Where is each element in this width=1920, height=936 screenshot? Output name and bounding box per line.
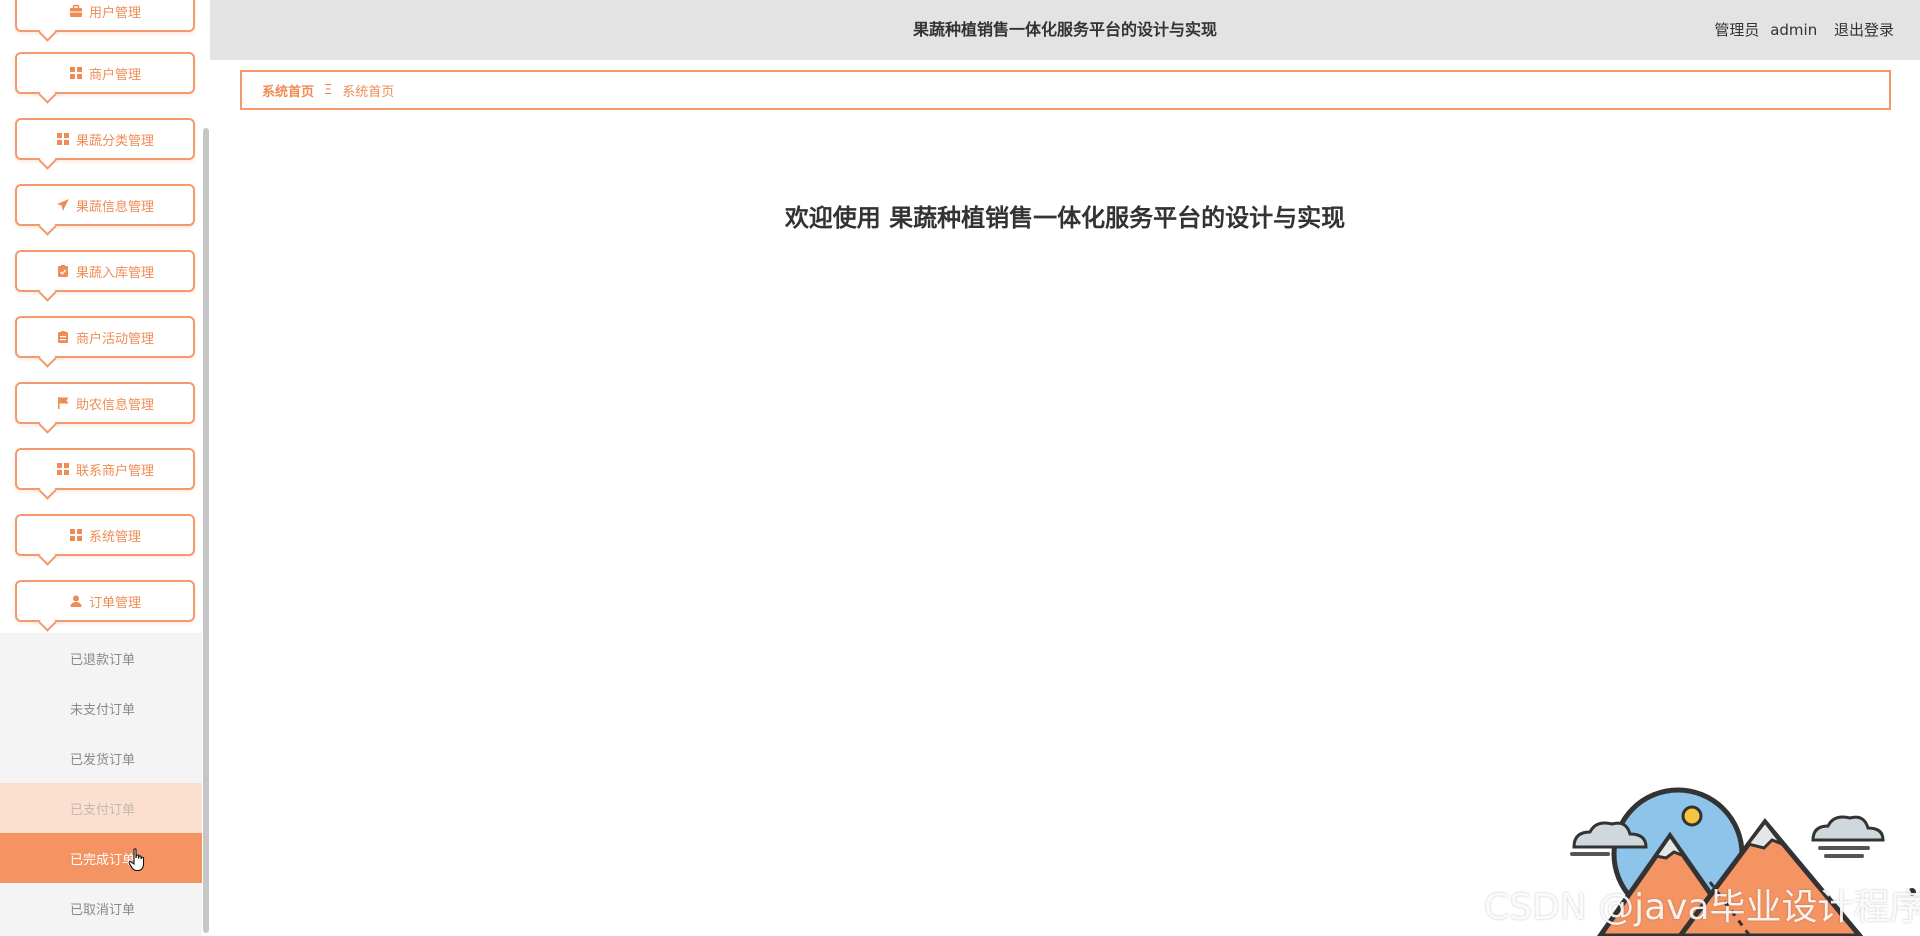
sidebar-item-contact-merchant-management[interactable]: 联系商户管理 bbox=[15, 448, 195, 490]
sidebar-item-label: 系统管理 bbox=[88, 529, 141, 545]
submenu-item-paid-orders[interactable]: 已支付订单 bbox=[0, 783, 210, 833]
briefcase-icon bbox=[69, 4, 83, 18]
submenu-item-completed-orders[interactable]: 已完成订单 bbox=[0, 833, 210, 883]
grid-icon bbox=[56, 132, 70, 146]
submenu-item-shipped-orders[interactable]: 已发货订单 bbox=[0, 733, 210, 783]
sidebar-item-label: 果蔬信息管理 bbox=[75, 199, 154, 215]
sidebar-item-label: 果蔬入库管理 bbox=[75, 265, 154, 281]
sidebar-item-user-management[interactable]: 用户管理 bbox=[15, 0, 195, 32]
sidebar-item-label: 用户管理 bbox=[88, 5, 141, 21]
breadcrumb-current: 系统首页 bbox=[342, 84, 395, 100]
grid-icon bbox=[69, 66, 83, 80]
sidebar-item-label: 助农信息管理 bbox=[75, 397, 154, 413]
user-info: 管理员 admin 退出登录 bbox=[1708, 0, 1894, 60]
sidebar-item-order-management[interactable]: 订单管理 bbox=[15, 580, 195, 622]
user-icon bbox=[69, 594, 83, 608]
sidebar-item-category-management[interactable]: 果蔬分类管理 bbox=[15, 118, 195, 160]
sidebar-item-agri-info-management[interactable]: 助农信息管理 bbox=[15, 382, 195, 424]
username: admin bbox=[1770, 21, 1818, 39]
submenu-item-cancelled-orders[interactable]: 已取消订单 bbox=[0, 883, 210, 933]
sidebar: 用户管理 商户管理 果蔬分类管理 果蔬信息管理 果蔬入库管理 商户活动管理 助农… bbox=[0, 0, 210, 936]
hand-cursor-icon bbox=[128, 848, 145, 872]
breadcrumb-separator: Ξ bbox=[324, 82, 333, 98]
sidebar-item-label: 商户管理 bbox=[88, 67, 141, 83]
sidebar-item-stock-in-management[interactable]: 果蔬入库管理 bbox=[15, 250, 195, 292]
user-role: 管理员 bbox=[1714, 21, 1760, 39]
sidebar-item-label: 联系商户管理 bbox=[75, 463, 154, 479]
grid-icon bbox=[56, 462, 70, 476]
top-header: 果蔬种植销售一体化服务平台的设计与实现 管理员 admin 退出登录 bbox=[210, 0, 1920, 60]
submenu-item-refunded-orders[interactable]: 已退款订单 bbox=[0, 633, 210, 683]
sidebar-item-system-management[interactable]: 系统管理 bbox=[15, 514, 195, 556]
sidebar-item-produce-info-management[interactable]: 果蔬信息管理 bbox=[15, 184, 195, 226]
sidebar-item-label: 订单管理 bbox=[88, 595, 141, 611]
clipboard-check-icon bbox=[56, 264, 70, 278]
breadcrumb-home-link[interactable]: 系统首页 bbox=[262, 81, 314, 100]
sidebar-item-merchant-management[interactable]: 商户管理 bbox=[15, 52, 195, 94]
grid-icon bbox=[69, 528, 83, 542]
app-title: 果蔬种植销售一体化服务平台的设计与实现 bbox=[912, 20, 1217, 39]
order-submenu: 已退款订单 未支付订单 已发货订单 已支付订单 已完成订单 已取消订单 bbox=[0, 633, 210, 936]
submenu-item-unpaid-orders[interactable]: 未支付订单 bbox=[0, 683, 210, 733]
paper-plane-icon bbox=[56, 198, 70, 212]
breadcrumb: 系统首页 Ξ 系统首页 bbox=[240, 70, 1891, 110]
clipboard-icon bbox=[56, 330, 70, 344]
sidebar-item-label: 果蔬分类管理 bbox=[75, 133, 154, 149]
flag-icon bbox=[56, 396, 70, 410]
sidebar-item-label: 商户活动管理 bbox=[75, 331, 154, 347]
sidebar-scrollbar-thumb[interactable] bbox=[203, 128, 209, 933]
logout-link[interactable]: 退出登录 bbox=[1834, 21, 1894, 39]
welcome-heading: 欢迎使用 果蔬种植销售一体化服务平台的设计与实现 bbox=[784, 204, 1346, 232]
sidebar-item-merchant-activity-management[interactable]: 商户活动管理 bbox=[15, 316, 195, 358]
watermark: CSDN @java毕业设计程序 bbox=[1484, 887, 1920, 928]
